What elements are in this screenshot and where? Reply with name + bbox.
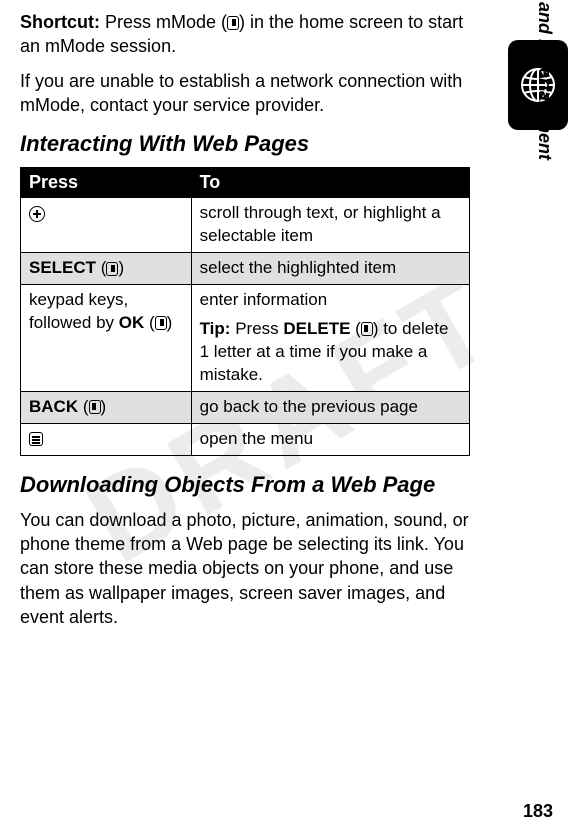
cell-press: BACK () <box>21 391 192 423</box>
softkey-right-icon <box>106 262 118 276</box>
menu-key-icon <box>29 432 43 446</box>
shortcut-text-1: Press mMode ( <box>100 12 227 32</box>
softkey-right-icon <box>155 316 167 330</box>
delete-label: DELETE <box>283 319 350 338</box>
ok-label: OK <box>119 313 145 332</box>
tip-text-1: Press <box>230 319 283 338</box>
softkey-right-icon <box>227 16 239 30</box>
th-to: To <box>191 168 469 198</box>
tip-label: Tip: <box>200 319 231 338</box>
shortcut-label: Shortcut: <box>20 12 100 32</box>
download-paragraph: You can download a photo, picture, anima… <box>20 508 470 629</box>
cell-to: scroll through text, or highlight a sele… <box>191 198 469 253</box>
paren-close: ) <box>118 258 124 277</box>
paren-open: ( <box>350 319 360 338</box>
cell-press: keypad keys, followed by OK () <box>21 285 192 392</box>
paren-open: ( <box>78 397 88 416</box>
paren-close: ) <box>167 313 173 332</box>
keypress-table: Press To scroll through text, or highlig… <box>20 167 470 455</box>
table-row: keypad keys, followed by OK () enter inf… <box>21 285 470 392</box>
table-row: BACK () go back to the previous page <box>21 391 470 423</box>
table-row: open the menu <box>21 423 470 455</box>
connection-paragraph: If you are unable to establish a network… <box>20 69 470 118</box>
th-press: Press <box>21 168 192 198</box>
cell-to: open the menu <box>191 423 469 455</box>
cell-to: select the highlighted item <box>191 253 469 285</box>
paren-close: ) <box>101 397 107 416</box>
table-row: SELECT () select the highlighted item <box>21 253 470 285</box>
cell-press <box>21 423 192 455</box>
paren-open: ( <box>144 313 154 332</box>
page-number: 183 <box>523 801 553 822</box>
shortcut-paragraph: Shortcut: Press mMode () in the home scr… <box>20 10 470 59</box>
softkey-left-icon <box>361 322 373 336</box>
nav-key-icon <box>29 206 45 222</box>
heading-downloading: Downloading Objects From a Web Page <box>20 472 470 498</box>
enter-info: enter information <box>200 289 461 312</box>
table-row: scroll through text, or highlight a sele… <box>21 198 470 253</box>
keypad-text: keypad keys, followed by <box>29 290 128 332</box>
softkey-left-icon <box>89 400 101 414</box>
cell-to: go back to the previous page <box>191 391 469 423</box>
cell-press: SELECT () <box>21 253 192 285</box>
main-content: Shortcut: Press mMode () in the home scr… <box>0 0 490 629</box>
section-title-vertical: News and Entertainment <box>534 0 555 160</box>
paren-open: ( <box>96 258 106 277</box>
cell-press <box>21 198 192 253</box>
cell-to: enter information Tip: Press DELETE () t… <box>191 285 469 392</box>
back-label: BACK <box>29 397 78 416</box>
select-label: SELECT <box>29 258 96 277</box>
heading-interacting: Interacting With Web Pages <box>20 131 470 157</box>
tip-block: Tip: Press DELETE () to delete 1 letter … <box>200 318 461 387</box>
